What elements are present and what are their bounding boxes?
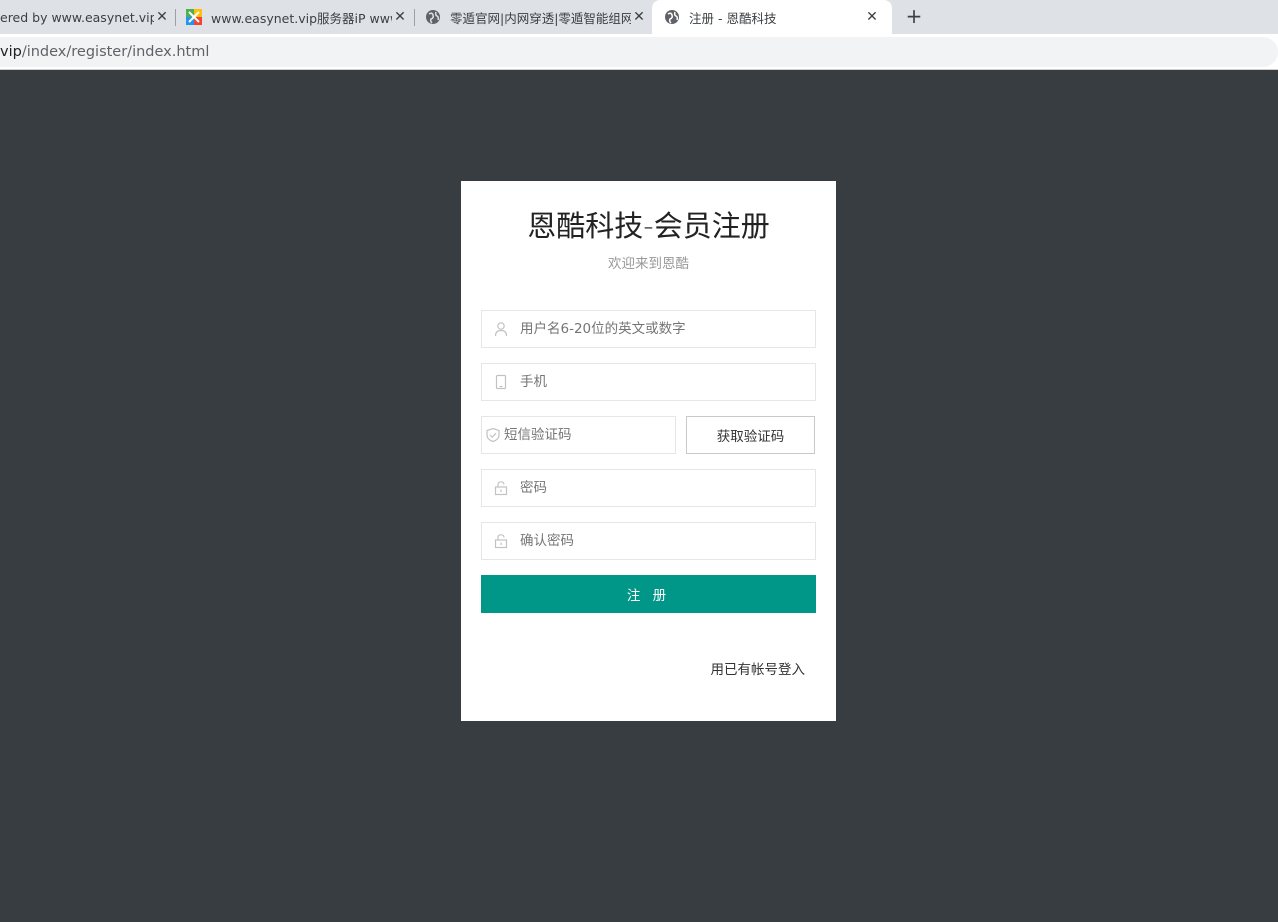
lock-icon: [482, 470, 520, 506]
new-tab-button[interactable]: +: [903, 5, 925, 27]
lock-icon: [482, 523, 520, 559]
tab-easynet-powered[interactable]: ered by www.easynet.vip_ ✕: [0, 0, 170, 34]
tab-title: www.easynet.vip服务器iP www.: [211, 10, 392, 26]
password-input[interactable]: [520, 470, 815, 506]
tab-separator: [175, 9, 176, 26]
sms-code-field: [481, 416, 676, 454]
address-bar: vip/index/register/index.html: [0, 34, 1278, 70]
cellphone-icon: [482, 364, 520, 400]
tab-separator: [414, 9, 415, 26]
globe-icon: [426, 10, 440, 24]
tab-register[interactable]: 注册 - 恩酷科技 ✕: [652, 0, 892, 34]
password-field: [481, 469, 816, 507]
tab-easynet-server[interactable]: www.easynet.vip服务器iP www. ✕: [186, 0, 408, 34]
register-button[interactable]: 注 册: [481, 575, 816, 613]
phone-input[interactable]: [520, 364, 815, 400]
confirm-password-input[interactable]: [520, 523, 815, 559]
user-icon: [482, 311, 520, 347]
tab-close-icon[interactable]: ✕: [392, 9, 408, 25]
phone-field: [481, 363, 816, 401]
login-link[interactable]: 用已有帐号登入: [711, 658, 806, 678]
page-subtitle: 欢迎来到恩酷: [608, 256, 689, 272]
globe-icon: [665, 10, 679, 24]
shield-check-icon: [482, 417, 504, 453]
tab-title: 注册 - 恩酷科技: [689, 10, 777, 26]
url-field[interactable]: vip/index/register/index.html: [0, 37, 1278, 67]
url-path: /index/register/index.html: [21, 44, 210, 60]
url-host: vip: [0, 44, 22, 60]
browser-tab-bar: ered by www.easynet.vip_ ✕ www.easynet.v…: [0, 0, 1278, 34]
confirm-password-field: [481, 522, 816, 560]
register-card: 恩酷科技-会员注册 欢迎来到恩酷 获取验证码 注 册 用已有: [461, 181, 836, 721]
tab-close-icon[interactable]: ✕: [154, 9, 170, 25]
username-field: [481, 310, 816, 348]
tab-close-icon[interactable]: ✕: [864, 9, 880, 25]
get-code-button[interactable]: 获取验证码: [686, 416, 815, 454]
page-title: 恩酷科技-会员注册: [527, 209, 770, 243]
tab-close-icon[interactable]: ✕: [631, 9, 647, 25]
tab-lingdun[interactable]: 零遁官网|内网穿透|零遁智能组网 ✕: [425, 0, 647, 34]
sms-code-input[interactable]: [504, 417, 675, 453]
username-input[interactable]: [520, 311, 815, 347]
colorful-favicon-icon: [186, 9, 202, 25]
tab-title: ered by www.easynet.vip_: [0, 9, 154, 25]
tab-title: 零遁官网|内网穿透|零遁智能组网: [450, 10, 631, 26]
